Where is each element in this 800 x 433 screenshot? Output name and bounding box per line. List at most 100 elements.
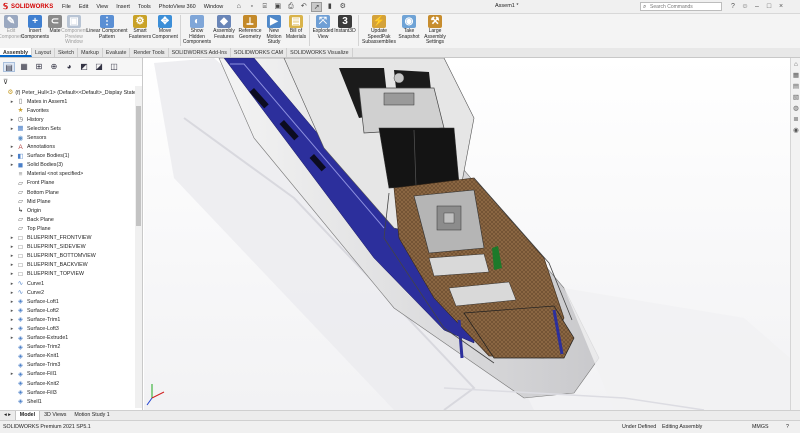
expand-arrow-icon[interactable]: ▸ — [8, 144, 16, 150]
undo-icon[interactable]: ↶ — [298, 2, 309, 12]
new-file-icon[interactable]: ▫ — [246, 2, 257, 12]
solidworks-resources-icon[interactable]: ◉ — [792, 126, 800, 135]
tab-scroll-arrows-icon[interactable]: ◂ ▸ — [0, 411, 15, 420]
bottom-tab-model[interactable]: Model — [14, 410, 41, 421]
menu-edit[interactable]: Edit — [75, 4, 92, 10]
update-speedpak-subassemblies-button[interactable]: ⚡ Update SpeedPak Subassemblies — [361, 14, 397, 46]
menu-view[interactable]: View — [92, 4, 112, 10]
cam-operation-icon[interactable]: ◪ — [93, 62, 105, 72]
expand-arrow-icon[interactable]: ▸ — [8, 335, 16, 341]
rebuild-icon[interactable]: ▮ — [324, 2, 335, 12]
expand-arrow-icon[interactable]: ▸ — [8, 299, 16, 305]
tree-item[interactable]: ▸ □ BLUEPRINT_BACKVIEW — [0, 261, 136, 270]
tree-item[interactable]: ▸ ∿ Curve2 — [0, 288, 136, 297]
tree-item[interactable]: ▸ ◈ Surface-Loft2 — [0, 306, 136, 315]
custom-properties-icon[interactable]: ≣ — [792, 115, 800, 124]
tree-item[interactable]: ◈ Shell1 — [0, 397, 136, 406]
expand-arrow-icon[interactable]: ▸ — [8, 99, 16, 105]
tree-item[interactable]: ▱ Mid Plane — [0, 197, 136, 206]
bill-of-materials-button[interactable]: ▤ Bill of Materials — [285, 14, 307, 40]
reference-geometry-button[interactable]: ⟂ Reference Geometry — [237, 14, 263, 40]
take-snapshot-button[interactable]: ◉ Take Snapshot — [397, 14, 421, 40]
tab-evaluate[interactable]: Evaluate — [103, 48, 131, 57]
tree-item[interactable]: ▸ ◧ Surface Bodies(1) — [0, 152, 136, 161]
expand-arrow-icon[interactable]: ▸ — [8, 162, 16, 168]
component-preview-window-button[interactable]: ▣ Component Preview Window — [61, 14, 87, 46]
tree-item[interactable]: ◉ Sensors — [0, 133, 136, 142]
expand-arrow-icon[interactable]: ▸ — [8, 290, 16, 296]
tree-item[interactable]: ▱ Front Plane — [0, 179, 136, 188]
tree-item[interactable]: ▸ A Annotations — [0, 143, 136, 152]
expand-arrow-icon[interactable]: ▸ — [8, 153, 16, 159]
show-hidden-components-button[interactable]: ◐ Show Hidden Components — [183, 14, 211, 46]
tree-item[interactable]: ▸ ◈ Surface-Fill1 — [0, 370, 136, 379]
tree-item[interactable]: ▱ Top Plane — [0, 224, 136, 233]
open-icon[interactable]: ⌸ — [259, 2, 270, 12]
tab-render-tools[interactable]: Render Tools — [130, 48, 169, 57]
tree-item[interactable]: ▸ ◈ Surface-Loft3 — [0, 324, 136, 333]
expand-arrow-icon[interactable]: ▸ — [8, 126, 16, 132]
menu-tools[interactable]: Tools — [134, 4, 155, 10]
assembly-features-button[interactable]: ◆ Assembly Features — [211, 14, 237, 40]
tree-item[interactable]: ▸ ◈ Surface-Loft1 — [0, 297, 136, 306]
tree-item[interactable]: ▸ ▦ Selection Sets — [0, 124, 136, 133]
property-manager-icon[interactable]: ▦ — [18, 62, 30, 72]
tree-item[interactable]: ▸ ◈ Surface-Extrude1 — [0, 334, 136, 343]
tree-scrollbar[interactable] — [135, 86, 142, 408]
feature-manager-icon[interactable]: ▤ — [3, 61, 15, 72]
tab-solidworks-visualize[interactable]: SOLIDWORKS Visualize — [287, 48, 353, 57]
tree-item[interactable]: ◈ Surface-Knit1 — [0, 352, 136, 361]
insert-components-button[interactable]: + Insert Components — [21, 14, 49, 40]
tree-item[interactable]: ▸ □ BLUEPRINT_SIDEVIEW — [0, 243, 136, 252]
menu-photoview-360[interactable]: PhotoView 360 — [155, 4, 200, 10]
tab-solidworks-cam[interactable]: SOLIDWORKS CAM — [231, 48, 288, 57]
move-component-button[interactable]: ✥ Move Component — [152, 14, 178, 40]
search-commands-input[interactable]: ⌕ Search Commands — [640, 2, 722, 11]
tab-assembly[interactable]: Assembly — [0, 48, 33, 57]
print-icon[interactable]: ⎙ — [285, 2, 296, 12]
exploded-view-button[interactable]: ⤧ Exploded View — [312, 14, 334, 40]
maximize-icon[interactable]: □ — [765, 2, 773, 11]
expand-arrow-icon[interactable]: ▸ — [8, 244, 16, 250]
user-icon[interactable]: ☺ — [741, 2, 749, 11]
filter-icon[interactable]: ⊽ — [3, 78, 8, 86]
select-arrow-icon[interactable]: ➚ — [311, 1, 323, 12]
expand-arrow-icon[interactable]: ▸ — [8, 281, 16, 287]
tree-item[interactable]: ▸ ∿ Curve1 — [0, 279, 136, 288]
tree-item[interactable]: ▸ □ BLUEPRINT_TOPVIEW — [0, 270, 136, 279]
scrollbar-thumb[interactable] — [136, 106, 141, 226]
menu-window[interactable]: Window — [200, 4, 228, 10]
configuration-manager-icon[interactable]: ⊞ — [33, 62, 45, 72]
tree-item[interactable]: ▱ Back Plane — [0, 215, 136, 224]
menu-file[interactable]: File — [58, 4, 75, 10]
expand-arrow-icon[interactable]: ▸ — [8, 262, 16, 268]
file-explorer-icon[interactable]: ▤ — [792, 82, 800, 91]
appearances-icon[interactable]: ◍ — [792, 104, 800, 113]
tree-item[interactable]: ⚙ (f) Peter_Hull<1> (Default<<Default>_Di… — [0, 88, 136, 97]
tree-item[interactable]: ▸ □ BLUEPRINT_FRONTVIEW — [0, 234, 136, 243]
linear-component-pattern-button[interactable]: ⋮ Linear Component Pattern — [86, 14, 128, 40]
tree-item[interactable]: ≡ Material <not specified> — [0, 170, 136, 179]
tree-item[interactable]: ◈ Surface-Trim2 — [0, 343, 136, 352]
tab-layout[interactable]: Layout — [32, 48, 55, 57]
view-palette-icon[interactable]: ▧ — [792, 93, 800, 102]
tree-item[interactable]: ▸ ◷ History — [0, 115, 136, 124]
settings-icon[interactable]: ⚙ — [337, 2, 348, 12]
bottom-tab-3d-views[interactable]: 3D Views — [40, 411, 70, 420]
tree-item[interactable]: ▸ ▯ Mates in Assem1 — [0, 97, 136, 106]
new-motion-study-button[interactable]: ▶ New Motion Study — [263, 14, 285, 46]
help-icon[interactable]: ? — [729, 2, 737, 11]
expand-arrow-icon[interactable]: ▸ — [8, 117, 16, 123]
home-icon[interactable]: ⌂ — [233, 2, 244, 12]
tab-markup[interactable]: Markup — [78, 48, 103, 57]
cam-tool-icon[interactable]: ◫ — [108, 62, 120, 72]
save-icon[interactable]: ▣ — [272, 2, 283, 12]
tab-sketch[interactable]: Sketch — [55, 48, 79, 57]
tree-item[interactable]: ◈ Surface-Fill3 — [0, 388, 136, 397]
bottom-tab-motion-study-1[interactable]: Motion Study 1 — [70, 411, 113, 420]
cam-feature-icon[interactable]: ◩ — [78, 62, 90, 72]
edit-component-button[interactable]: ✎ Edit Component — [0, 14, 24, 40]
help-icon[interactable]: ? — [786, 421, 789, 433]
expand-arrow-icon[interactable]: ▸ — [8, 308, 16, 314]
minimize-icon[interactable]: – — [753, 2, 761, 11]
